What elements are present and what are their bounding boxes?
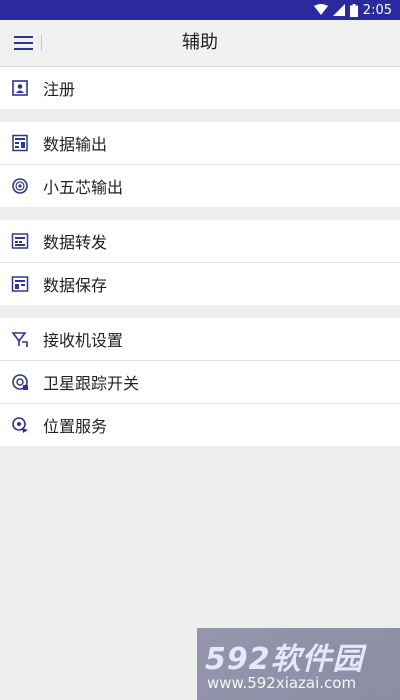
menu-item-label: 位置服务 — [43, 417, 108, 436]
group-spacer — [0, 207, 400, 220]
menu-item-label: 数据输出 — [43, 135, 108, 154]
status-icons: 2:05 — [313, 2, 392, 18]
menu-item-satellite-tracking[interactable]: 卫星跟踪开关 — [0, 361, 400, 404]
menu-item-location-service[interactable]: 位置服务 — [0, 404, 400, 446]
menu-item-data-output[interactable]: 数据输出 — [0, 122, 400, 165]
signal-icon — [332, 4, 345, 16]
app-bar: 辅助 — [0, 20, 400, 67]
menu-item-data-save[interactable]: 数据保存 — [0, 263, 400, 305]
receiver-settings-icon — [11, 332, 28, 347]
group-spacer — [0, 109, 400, 122]
watermark-logo: 592软件园 www.592xiazai.com — [197, 628, 400, 700]
menu-group-receiver: 接收机设置 卫星跟踪开关 位置服务 — [0, 318, 400, 446]
menu-group-data: 数据转发 数据保存 — [0, 220, 400, 305]
menu-item-label: 接收机设置 — [43, 331, 124, 350]
menu-item-label: 数据转发 — [43, 233, 108, 252]
menu-item-data-forward[interactable]: 数据转发 — [0, 220, 400, 263]
menu-item-register[interactable]: 注册 — [0, 67, 400, 109]
contact-card-icon — [12, 80, 28, 96]
menu-item-label: 注册 — [43, 80, 76, 99]
location-service-icon — [12, 417, 28, 433]
status-time: 2:05 — [362, 2, 392, 18]
data-save-icon — [11, 276, 29, 292]
connector-icon — [12, 178, 28, 194]
watermark-url: www.592xiazai.com — [207, 674, 357, 692]
battery-icon — [349, 3, 358, 17]
menu-item-receiver-settings[interactable]: 接收机设置 — [0, 318, 400, 361]
menu-group-register: 注册 — [0, 67, 400, 109]
page-title: 辅助 — [182, 32, 218, 53]
watermark-brand: 592软件园 — [205, 642, 364, 677]
satellite-tracking-icon — [12, 374, 28, 390]
menu-item-connector-output[interactable]: 小五芯输出 — [0, 165, 400, 207]
data-forward-icon — [11, 233, 29, 249]
menu-item-label: 卫星跟踪开关 — [43, 374, 140, 393]
menu-group-output: 数据输出 小五芯输出 — [0, 122, 400, 207]
wifi-icon — [313, 4, 328, 15]
menu-item-label: 小五芯输出 — [43, 178, 124, 197]
group-spacer — [0, 305, 400, 318]
status-bar: 2:05 — [0, 0, 400, 20]
menu-item-label: 数据保存 — [43, 276, 108, 295]
data-output-icon — [12, 134, 28, 152]
settings-list: 注册 数据输出 小五芯输出 数据转发 数据保存 接收机设置 卫星跟踪开关 位置服… — [0, 67, 400, 446]
